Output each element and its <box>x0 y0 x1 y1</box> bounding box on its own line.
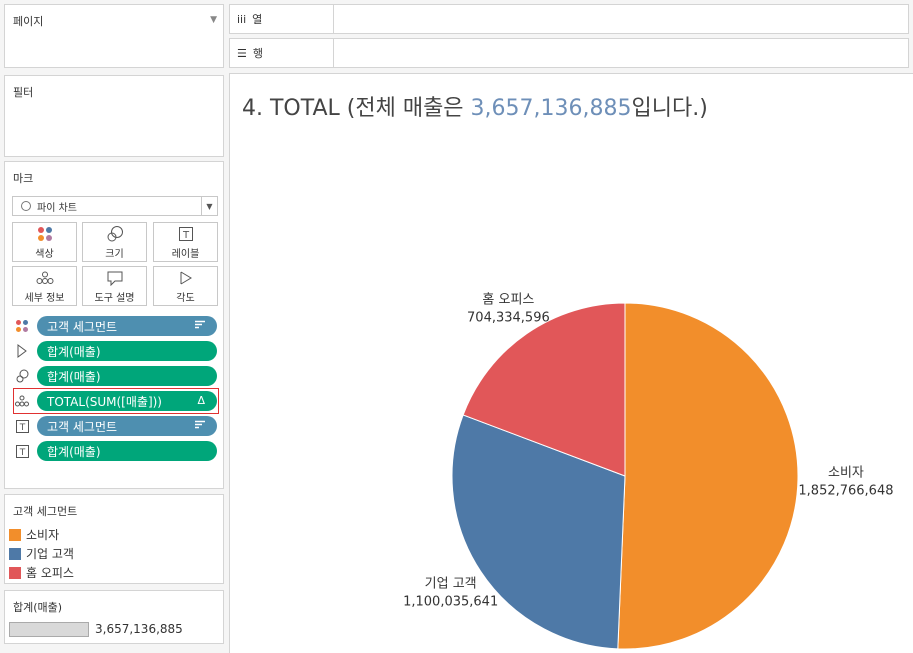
mark-pill-row[interactable]: 고객 세그먼트 <box>13 315 217 337</box>
size-icon <box>106 225 124 243</box>
sales-angle-pill[interactable]: 합계(매출) <box>37 341 217 361</box>
filters-shelf[interactable]: 필터 <box>4 75 224 157</box>
slice-value-label: 704,334,596 <box>467 310 550 325</box>
mark-pill-row[interactable]: T 고객 세그먼트 <box>13 415 217 437</box>
size-icon <box>13 367 31 385</box>
legend-label: 홈 오피스 <box>26 566 74 580</box>
legend-swatch <box>9 566 21 579</box>
legend-item[interactable]: 기업 고객 <box>9 544 223 563</box>
label-button-label: 레이블 <box>171 248 200 260</box>
columns-label: 열 <box>252 13 263 26</box>
legend-swatch <box>9 528 21 541</box>
color-button[interactable]: 색상 <box>12 222 77 262</box>
slice-value-label: 1,100,035,641 <box>403 594 498 609</box>
pill-label: 합계(매출) <box>47 344 101 359</box>
pie-slice[interactable] <box>617 302 799 650</box>
mark-pill-row[interactable]: 합계(매출) <box>13 365 217 387</box>
mark-type-value: 파이 차트 <box>37 202 77 214</box>
color-legend: 고객 세그먼트 소비자 기업 고객 홈 오피스 <box>4 494 224 584</box>
tooltip-button[interactable]: 도구 설명 <box>82 266 147 306</box>
pill-label: 고객 세그먼트 <box>47 419 118 434</box>
rows-label: 행 <box>252 47 263 60</box>
label-icon: T <box>13 442 31 460</box>
columns-shelf-label: iii 열 <box>230 5 334 33</box>
pill-label: 합계(매출) <box>47 369 101 384</box>
legend-item[interactable]: 소비자 <box>9 525 223 544</box>
view-canvas: 4. TOTAL (전체 매출은 3,657,136,885입니다.) 소비자 1… <box>229 73 913 653</box>
columns-shelf[interactable]: iii 열 <box>229 4 909 34</box>
angle-button[interactable]: 각도 <box>153 266 218 306</box>
rows-shelf[interactable]: ☰ 행 <box>229 38 909 68</box>
legend-item[interactable]: 홈 오피스 <box>9 563 223 582</box>
tooltip-button-label: 도구 설명 <box>94 292 135 304</box>
filters-label: 필터 <box>13 86 34 99</box>
segment-color-pill[interactable]: 고객 세그먼트 <box>37 316 217 336</box>
mark-pill-row[interactable]: T 합계(매출) <box>13 440 217 462</box>
angle-icon <box>13 342 31 360</box>
slice-label: 소비자 <box>828 466 864 481</box>
size-button[interactable]: 크기 <box>82 222 147 262</box>
size-legend: 합계(매출) 3,657,136,885 <box>4 590 224 644</box>
label-icon: T <box>13 417 31 435</box>
slice-label: 홈 오피스 <box>482 292 534 307</box>
detail-icon <box>36 269 54 287</box>
pages-shelf[interactable]: 페이지 ▼ <box>4 4 224 68</box>
segment-label-pill[interactable]: 고객 세그먼트 <box>37 416 217 436</box>
slice-label: 기업 고객 <box>425 576 477 591</box>
pages-label: 페이지 <box>13 15 44 28</box>
detail-button[interactable]: 세부 정보 <box>12 266 77 306</box>
legend-label: 기업 고객 <box>26 547 74 561</box>
size-legend-bar <box>9 622 89 637</box>
color-button-label: 색상 <box>35 248 54 260</box>
marks-label: 마크 <box>13 172 34 185</box>
highlight-box <box>13 388 219 414</box>
pie-chart: 소비자 1,852,766,648 기업 고객 1,100,035,641 홈 오피스 7… <box>403 292 894 650</box>
size-button-label: 크기 <box>105 248 124 260</box>
svg-text:T: T <box>181 230 189 241</box>
columns-icon: iii <box>237 12 247 26</box>
label-button[interactable]: T 레이블 <box>153 222 218 262</box>
legend-title: 고객 세그먼트 <box>13 505 78 518</box>
sales-label-pill[interactable]: 합계(매출) <box>37 441 217 461</box>
tooltip-icon <box>106 269 124 287</box>
angle-button-label: 각도 <box>176 292 195 304</box>
svg-text:T: T <box>18 423 25 433</box>
angle-icon <box>179 269 193 287</box>
rows-icon: ☰ <box>237 46 247 60</box>
marks-card: 마크 파이 차트 ▼ 색상 크기 T 레이블 세부 정보 도구 설명 각도 고객… <box>4 161 224 489</box>
slice-value-label: 1,852,766,648 <box>798 484 893 499</box>
rows-shelf-label: ☰ 행 <box>230 39 334 67</box>
pie-chart-icon <box>21 201 31 211</box>
color-icon <box>37 225 53 243</box>
chevron-down-icon[interactable]: ▼ <box>210 15 217 25</box>
sales-size-pill[interactable]: 합계(매출) <box>37 366 217 386</box>
svg-text:T: T <box>18 448 25 458</box>
legend-label: 소비자 <box>26 528 60 542</box>
mark-type-dropdown[interactable]: 파이 차트 ▼ <box>12 196 218 216</box>
label-icon: T <box>178 225 194 243</box>
mark-pill-row[interactable]: 합계(매출) <box>13 340 217 362</box>
sort-icon <box>195 319 205 332</box>
size-legend-value: 3,657,136,885 <box>95 622 183 636</box>
color-icon <box>13 317 31 335</box>
pill-label: 합계(매출) <box>47 444 101 459</box>
size-legend-title: 합계(매출) <box>13 601 63 614</box>
pill-label: 고객 세그먼트 <box>47 319 118 334</box>
chevron-down-icon[interactable]: ▼ <box>201 197 217 215</box>
legend-swatch <box>9 547 21 560</box>
sort-icon <box>195 419 205 432</box>
detail-button-label: 세부 정보 <box>24 292 65 304</box>
